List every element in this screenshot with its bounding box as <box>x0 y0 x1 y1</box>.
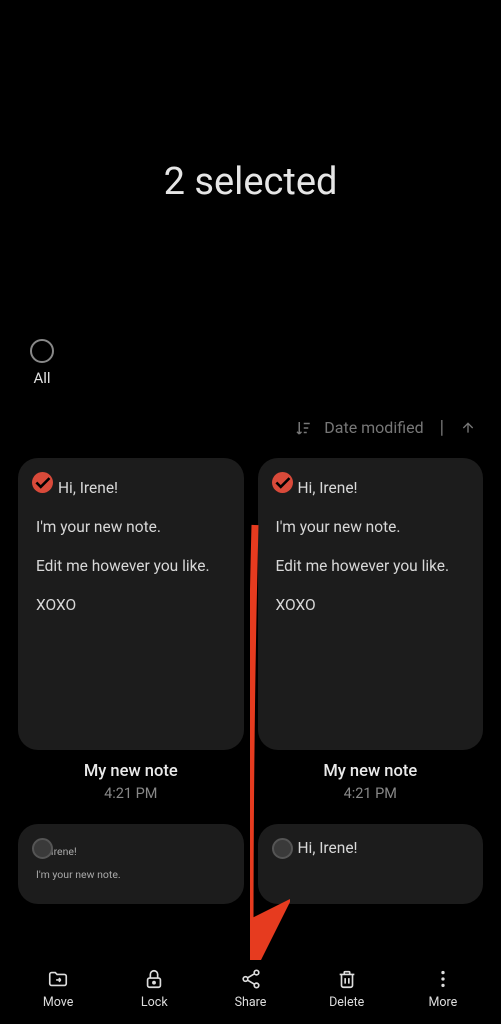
note-line: XOXO <box>36 595 226 616</box>
note-title: My new note <box>258 762 484 781</box>
arrow-up-icon[interactable] <box>460 420 476 436</box>
share-icon <box>240 968 262 990</box>
note-line: I'm your new note. <box>36 517 226 538</box>
sort-icon[interactable] <box>294 419 312 437</box>
note-preview: Hi, Irene! I'm your new note. Edit me ho… <box>276 478 466 616</box>
note-line: I'm your new note. <box>276 517 466 538</box>
sort-row: Date modified | <box>0 417 501 438</box>
selection-count-title: 2 selected <box>0 160 501 204</box>
note-greeting: Hi, Irene! <box>298 478 466 499</box>
note-greeting: Hi, Irene! <box>298 838 466 859</box>
selected-indicator-icon <box>272 472 293 493</box>
unselected-indicator-icon <box>32 838 53 859</box>
nav-lock[interactable]: Lock <box>106 968 202 1010</box>
nav-more[interactable]: More <box>395 968 491 1010</box>
nav-move[interactable]: Move <box>10 968 106 1010</box>
note-preview: Hi, Irene! I'm your new note. Edit me ho… <box>36 478 226 616</box>
notes-grid: Hi, Irene! I'm your new note. Edit me ho… <box>0 438 501 802</box>
sort-divider: | <box>440 417 444 438</box>
select-all-label: All <box>33 369 50 387</box>
note-line: XOXO <box>276 595 466 616</box>
note-line: Edit me however you like. <box>276 556 466 577</box>
note-meta: My new note 4:21 PM <box>18 762 244 802</box>
note-greeting: Hi, Irene! <box>36 844 226 861</box>
selected-indicator-icon <box>32 472 53 493</box>
note-greeting: Hi, Irene! <box>58 478 226 499</box>
lock-icon <box>143 968 165 990</box>
bottom-nav: Move Lock Share Delete More <box>0 954 501 1024</box>
notes-grid-lower: Hi, Irene! I'm your new note. Hi, Irene! <box>0 802 501 904</box>
note-line: Edit me however you like. <box>36 556 226 577</box>
note-preview: Hi, Irene! <box>298 838 466 859</box>
nav-label: Delete <box>329 995 364 1010</box>
nav-label: Share <box>235 995 267 1010</box>
nav-share[interactable]: Share <box>202 968 298 1010</box>
nav-delete[interactable]: Delete <box>299 968 395 1010</box>
note-line: I'm your new note. <box>36 867 226 884</box>
note-card[interactable]: Hi, Irene! I'm your new note. <box>18 824 244 904</box>
trash-icon <box>336 968 358 990</box>
select-all-radio-icon <box>30 339 54 363</box>
note-preview: Hi, Irene! I'm your new note. <box>36 844 226 884</box>
note-meta: My new note 4:21 PM <box>258 762 484 802</box>
sort-label[interactable]: Date modified <box>324 418 423 437</box>
note-card[interactable]: Hi, Irene! <box>258 824 484 904</box>
note-card[interactable]: Hi, Irene! I'm your new note. Edit me ho… <box>18 458 244 750</box>
nav-label: More <box>429 995 458 1010</box>
note-title: My new note <box>18 762 244 781</box>
unselected-indicator-icon <box>272 838 293 859</box>
select-all-toggle[interactable]: All <box>30 339 54 387</box>
note-time: 4:21 PM <box>18 785 244 802</box>
more-vertical-icon <box>432 968 454 990</box>
nav-label: Lock <box>141 995 168 1010</box>
note-card[interactable]: Hi, Irene! I'm your new note. Edit me ho… <box>258 458 484 750</box>
nav-label: Move <box>43 995 74 1010</box>
selection-header: 2 selected <box>0 0 501 204</box>
folder-move-icon <box>47 968 69 990</box>
note-time: 4:21 PM <box>258 785 484 802</box>
